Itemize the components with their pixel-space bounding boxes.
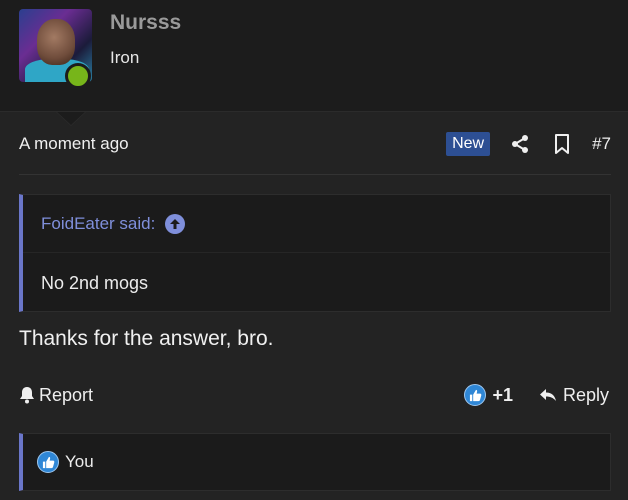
- post-meta-row: A moment ago New #7: [19, 128, 611, 160]
- post-actions: Report +1 Reply: [19, 381, 611, 409]
- report-label: Report: [39, 384, 94, 405]
- bell-icon: [20, 387, 34, 404]
- avatar[interactable]: [19, 9, 92, 89]
- user-block-pointer: [57, 112, 85, 125]
- like-button[interactable]: +1: [464, 384, 513, 406]
- quote-author-link[interactable]: FoidEater said:: [41, 214, 155, 234]
- reply-button[interactable]: Reply: [539, 385, 609, 406]
- reply-icon: [539, 389, 556, 401]
- reactions-bar[interactable]: You: [19, 433, 611, 491]
- share-icon[interactable]: [508, 132, 532, 156]
- bookmark-icon[interactable]: [550, 132, 574, 156]
- online-status-indicator: [65, 63, 91, 89]
- user-title: Iron: [110, 48, 140, 67]
- quote-header[interactable]: FoidEater said:: [23, 195, 610, 253]
- post-number-link[interactable]: #7: [592, 134, 611, 154]
- report-button[interactable]: Report: [19, 385, 464, 406]
- like-count: +1: [492, 384, 513, 405]
- user-block: Nursss Iron: [0, 0, 628, 112]
- thumbs-up-icon: [464, 384, 487, 406]
- reactions-list-link[interactable]: You: [65, 452, 94, 472]
- post-timestamp[interactable]: A moment ago: [19, 134, 446, 154]
- quote-body: No 2nd mogs: [41, 273, 149, 293]
- avatar-face: [37, 19, 75, 65]
- meta-divider: [19, 174, 611, 175]
- quote-block: FoidEater said: No 2nd mogs: [19, 194, 611, 312]
- reply-label: Reply: [562, 384, 609, 405]
- thumbs-up-icon: [37, 451, 59, 473]
- new-badge: New: [446, 132, 491, 156]
- arrow-up-circle-icon[interactable]: [165, 213, 186, 234]
- username[interactable]: Nursss: [110, 11, 181, 35]
- message-body: Thanks for the answer, bro.: [19, 327, 274, 350]
